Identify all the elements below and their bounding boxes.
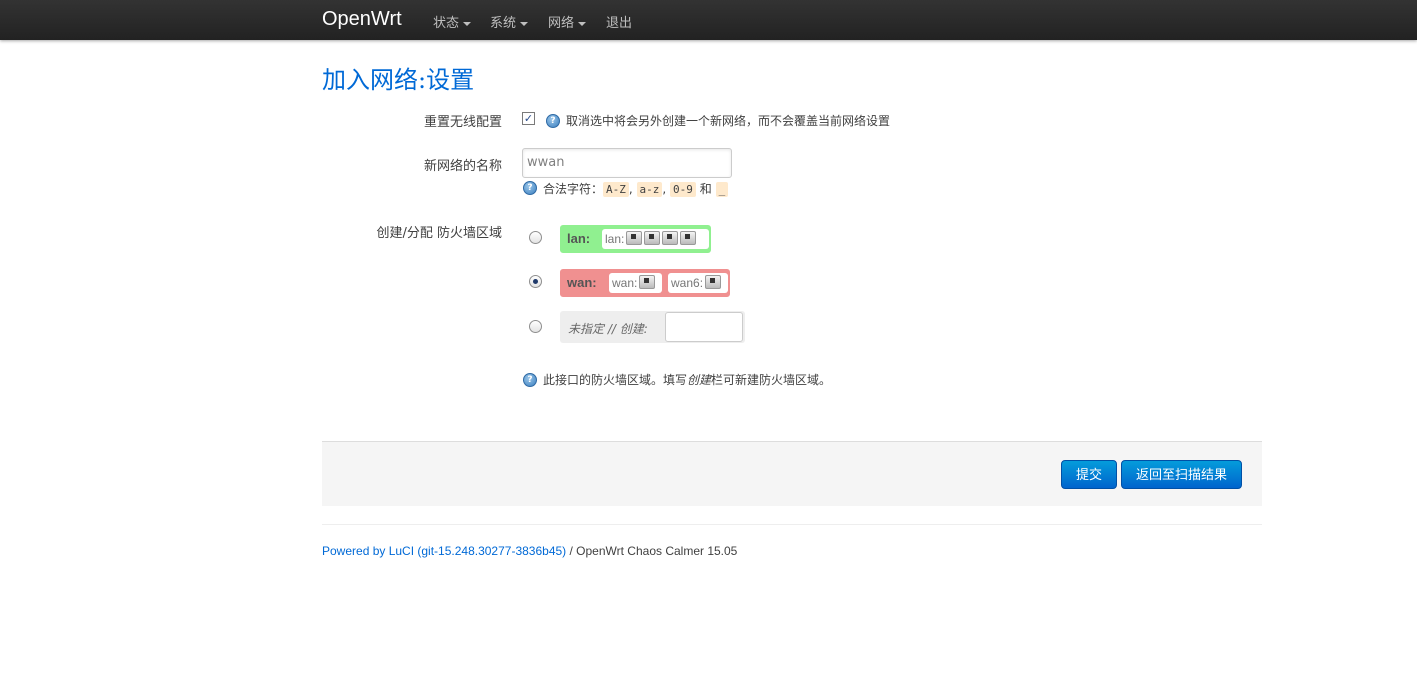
network-name-help: 合法字符： A-Z, a-z, 0-9 和 _ [543, 180, 729, 197]
ethernet-icon [705, 275, 722, 289]
footer-divider [322, 524, 1262, 525]
ethernet-icon [626, 231, 643, 245]
ethernet-icon [639, 275, 656, 289]
luci-link[interactable]: Powered by LuCI (git-15.248.30277-3836b4… [322, 544, 566, 558]
replace-config-help: 取消选中将会另外创建一个新网络，而不会覆盖当前网络设置 [566, 114, 891, 128]
menu-system-label: 系统 [490, 16, 517, 31]
menu-system[interactable]: 系统 [490, 12, 529, 31]
brand-logo[interactable]: OpenWrt [322, 8, 402, 31]
zone-wan-network: wan: [609, 273, 662, 293]
chevron-down-icon [578, 21, 587, 26]
zone-lan-network: lan: [602, 229, 709, 249]
zone-lan-radio[interactable] [529, 231, 542, 244]
menu-network-label: 网络 [548, 16, 575, 31]
zone-new: 未指定 // 创建: [560, 311, 745, 343]
footer-version: / OpenWrt Chaos Calmer 15.05 [566, 544, 738, 558]
code-underscore: _ [715, 182, 729, 197]
network-name-label: 新网络的名称 [423, 159, 502, 174]
network-name-input[interactable]: wwan [522, 148, 732, 178]
network-wan6-label: wan6: [671, 276, 704, 290]
zone-help-emphasis: 创建 [687, 373, 712, 387]
top-navbar: OpenWrt 状态 系统 网络 退出 [0, 0, 1417, 40]
zone-wan-radio[interactable] [529, 275, 542, 288]
chevron-down-icon [520, 21, 529, 26]
replace-config-checkbox[interactable]: ✓ [522, 112, 535, 125]
help-prefix: 合法字符： [543, 182, 604, 196]
code-digits: 0-9 [670, 182, 696, 197]
help-icon: ? [546, 114, 560, 128]
ethernet-icon [644, 231, 661, 245]
zone-wan6-network: wan6: [668, 273, 728, 293]
ethernet-icon [680, 231, 697, 245]
zone-new-input[interactable] [665, 312, 743, 342]
replace-config-label: 重置无线配置 [423, 115, 502, 130]
back-to-scan-button[interactable]: 返回至扫描结果 [1121, 460, 1242, 489]
help-join: 和 [699, 182, 712, 196]
zone-help-text-2: 栏可新建防火墙区域。 [711, 373, 832, 387]
zone-new-radio[interactable] [529, 320, 542, 333]
zone-wan[interactable]: wan: wan: wan6: [560, 269, 730, 297]
firewall-zone-label: 创建/分配 防火墙区域 [376, 226, 502, 241]
menu-status[interactable]: 状态 [433, 12, 472, 31]
menu-logout[interactable]: 退出 [606, 12, 632, 31]
network-wan-label: wan: [612, 276, 638, 290]
zone-new-label: 未指定 // 创建: [568, 322, 648, 336]
submit-button[interactable]: 提交 [1061, 460, 1117, 489]
menu-status-label: 状态 [433, 16, 460, 31]
ethernet-icon [662, 231, 679, 245]
zone-lan[interactable]: lan: lan: [560, 225, 711, 253]
chevron-down-icon [463, 21, 472, 26]
code-az-upper: A-Z [603, 182, 629, 197]
network-lan-label: lan: [605, 232, 625, 246]
zone-lan-name: lan: [567, 231, 591, 246]
code-az-lower: a-z [636, 182, 663, 197]
menu-network[interactable]: 网络 [548, 12, 587, 31]
zone-help-text-1: 此接口的防火墙区域。填写 [543, 373, 688, 387]
firewall-zone-help: 此接口的防火墙区域。填写创建栏可新建防火墙区域。 [543, 371, 831, 388]
page-title: 加入网络:设置 [322, 66, 475, 94]
help-icon: ? [523, 373, 537, 387]
zone-wan-name: wan: [567, 275, 597, 290]
form-actions: 提交 返回至扫描结果 [322, 441, 1262, 506]
help-icon: ? [523, 181, 537, 195]
footer: Powered by LuCI (git-15.248.30277-3836b4… [322, 544, 737, 558]
